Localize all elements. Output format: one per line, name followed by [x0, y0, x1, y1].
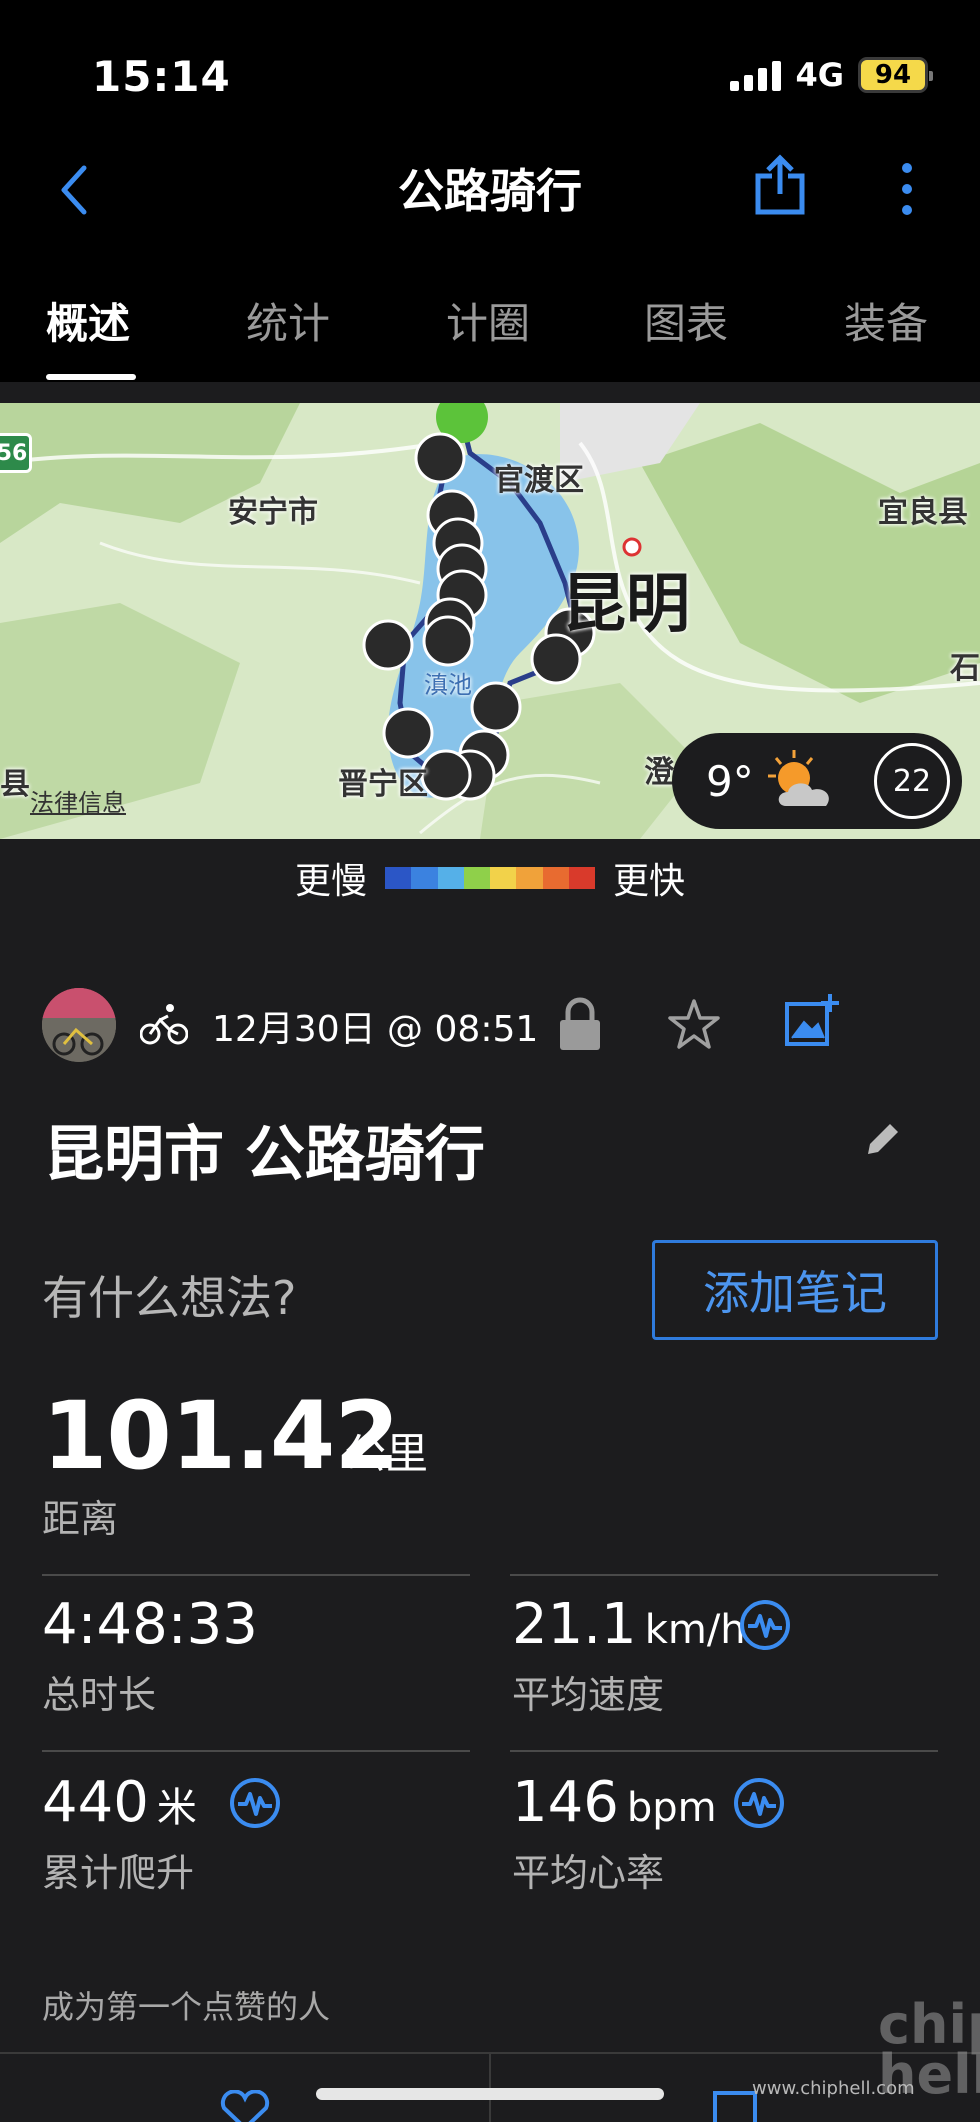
- tab-gear[interactable]: 装备: [844, 290, 928, 351]
- route-map[interactable]: 官渡区 安宁市 宜良县 昆明 滇池 晋宁区 澄 石 县 56 法律信息 9° 2…: [0, 403, 980, 839]
- map-label-anning: 安宁市: [228, 495, 318, 530]
- stat-avg-speed: 21.1 km/h: [512, 1592, 746, 1657]
- battery-level: 94: [874, 60, 912, 90]
- status-time: 15:14: [92, 52, 231, 101]
- signal-icon: [730, 59, 782, 91]
- thoughts-prompt[interactable]: 有什么想法?: [42, 1262, 296, 1328]
- share-icon[interactable]: [752, 152, 808, 218]
- stat-avg-hr-value: 146: [512, 1770, 619, 1835]
- speed-legend-fast: 更快: [613, 861, 686, 902]
- battery-icon: 94: [858, 57, 933, 93]
- distance-label: 距离: [42, 1497, 119, 1541]
- stat-elevation-unit: 米: [156, 1785, 197, 1831]
- road-badge: 56: [0, 433, 32, 473]
- top-header: 15:14 4G 94 公路骑行 概述 统计 计圈 图表 装备: [0, 0, 980, 382]
- speed-legend-slow: 更慢: [294, 861, 367, 902]
- activity-date: 12月30日 @ 08:51: [212, 1009, 539, 1050]
- weather-temperature: 9°: [706, 756, 754, 806]
- performance-chart-icon[interactable]: [228, 1776, 282, 1830]
- map-label-guandu: 官渡区: [494, 463, 584, 498]
- stat-avg-hr: 146 bpm: [512, 1770, 717, 1835]
- map-label-dianchi: 滇池: [424, 671, 472, 699]
- add-note-button[interactable]: 添加笔记: [652, 1240, 938, 1340]
- star-icon[interactable]: [668, 998, 720, 1050]
- map-label-jinning: 晋宁区: [338, 767, 428, 802]
- add-photo-icon[interactable]: [784, 992, 842, 1050]
- stat-total-time-label: 总时长: [42, 1673, 157, 1717]
- map-label-shi: 石: [950, 651, 980, 686]
- stat-elevation-value: 440: [42, 1770, 149, 1835]
- bike-icon: [140, 1004, 188, 1045]
- divider: [510, 1750, 938, 1752]
- divider: [510, 1574, 938, 1576]
- watermark-url: www.chiphell.com: [752, 2078, 915, 2099]
- tab-bar: 概述 统计 计圈 图表 装备: [0, 282, 980, 382]
- status-indicators: 4G 94: [730, 56, 933, 94]
- stat-avg-speed-unit: km/h: [644, 1607, 746, 1653]
- home-indicator[interactable]: [316, 2088, 664, 2100]
- lock-icon[interactable]: [558, 996, 602, 1050]
- active-tab-indicator: [46, 374, 136, 380]
- tab-charts[interactable]: 图表: [644, 290, 728, 351]
- divider: [42, 1574, 470, 1576]
- stat-avg-speed-value: 21.1: [512, 1592, 637, 1657]
- map-label-cheng: 澄: [644, 755, 674, 790]
- map-label-yiliang: 宜良县: [878, 495, 968, 530]
- heart-icon[interactable]: [218, 2090, 272, 2122]
- tab-overview[interactable]: 概述: [46, 290, 130, 351]
- tab-stats[interactable]: 统计: [246, 290, 330, 351]
- wind-speed: 22: [892, 763, 932, 799]
- stat-total-time-value: 4:48:33: [42, 1592, 258, 1657]
- more-options-icon[interactable]: [892, 160, 922, 218]
- edit-pencil-icon[interactable]: [862, 1118, 900, 1160]
- divider: [42, 1750, 470, 1752]
- tab-laps[interactable]: 计圈: [446, 290, 530, 351]
- map-label-xian: 县: [0, 767, 30, 802]
- page-title: 公路骑行: [398, 164, 582, 218]
- stat-avg-hr-label: 平均心率: [512, 1851, 665, 1895]
- weather-widget[interactable]: 9° 22: [672, 733, 962, 829]
- likes-prompt[interactable]: 成为第一个点赞的人: [42, 1982, 330, 2028]
- activity-title: 昆明市 公路骑行: [44, 1120, 485, 1190]
- stat-avg-hr-unit: bpm: [626, 1785, 717, 1831]
- wind-indicator: 22: [874, 743, 950, 819]
- stat-avg-speed-label: 平均速度: [512, 1673, 665, 1717]
- distance-unit: 公里: [344, 1429, 429, 1478]
- performance-chart-icon[interactable]: [732, 1776, 786, 1830]
- network-type: 4G: [795, 56, 844, 94]
- speed-legend: 更慢 更快: [0, 852, 980, 904]
- stat-elevation-label: 累计爬升: [42, 1851, 195, 1895]
- stat-elevation: 440 米: [42, 1770, 197, 1835]
- performance-chart-icon[interactable]: [738, 1598, 792, 1652]
- map-legal-link[interactable]: 法律信息: [30, 783, 126, 818]
- map-label-kunming: 昆明: [562, 568, 690, 642]
- stat-total-time: 4:48:33: [42, 1592, 258, 1657]
- speed-gradient-bar: [385, 867, 595, 889]
- partly-cloudy-sun-icon: [767, 750, 829, 806]
- avatar[interactable]: [42, 988, 116, 1062]
